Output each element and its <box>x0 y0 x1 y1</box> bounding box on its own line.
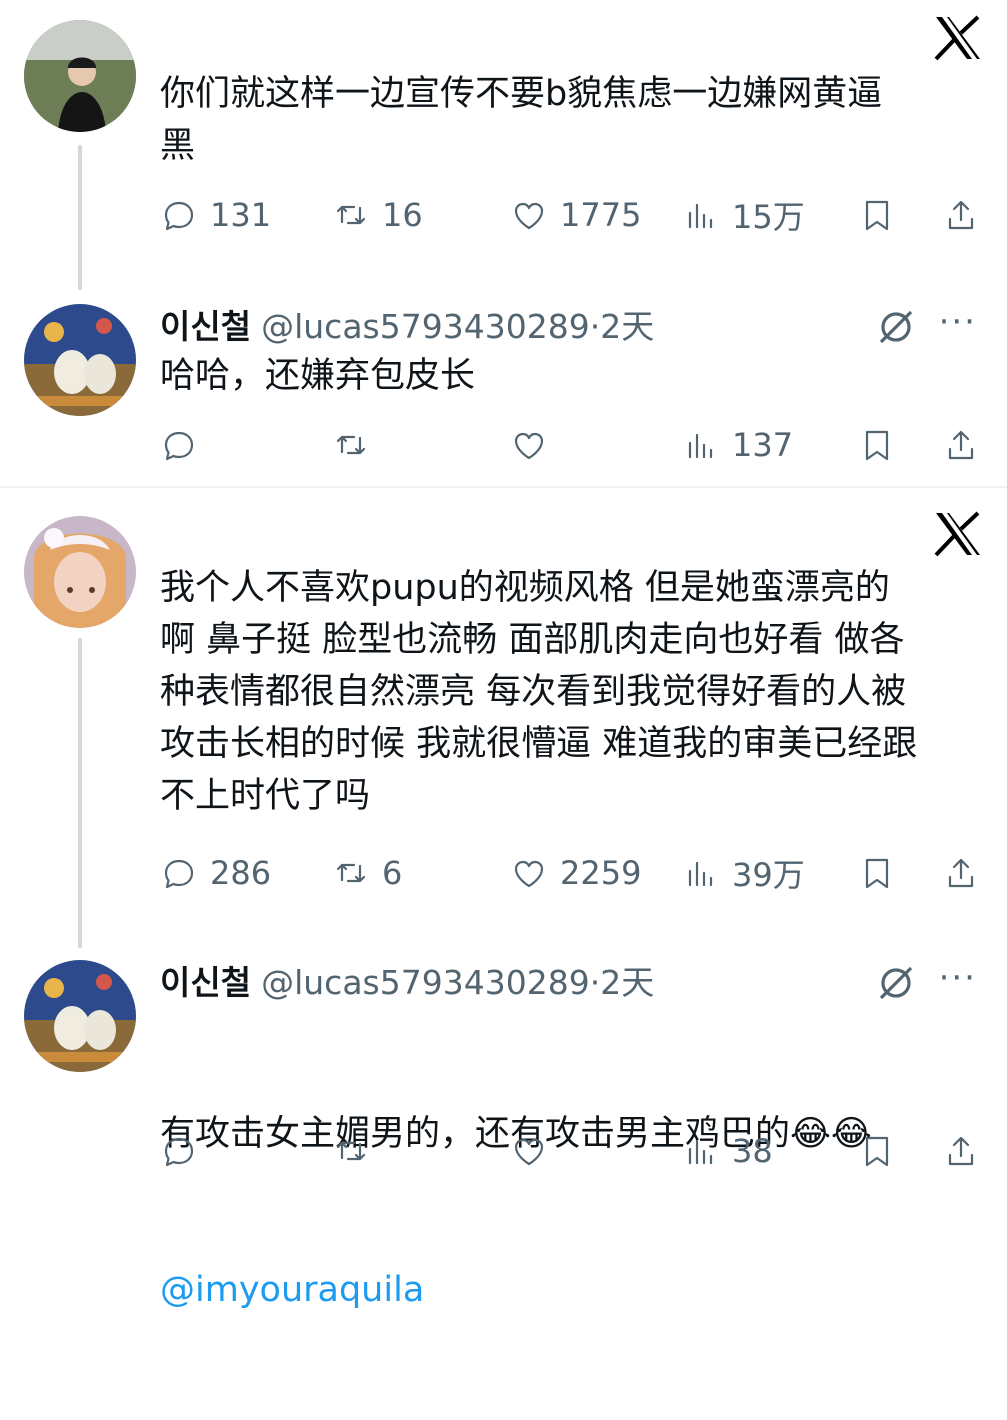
share-icon <box>948 858 974 888</box>
more-dots-icon[interactable]: ··· <box>939 958 977 998</box>
user-handle[interactable]: @lucas5793430289 <box>261 307 590 346</box>
tweet-4[interactable]: 이신철 @lucas5793430289 ·2天 ··· 有攻击女主媚男的，还有… <box>0 956 1007 1310</box>
retweet-button[interactable]: 16 <box>330 190 423 240</box>
tweet-2[interactable]: 이신철 @lucas5793430289 ·2天 ··· 哈哈，还嫌弃包皮长 1… <box>0 298 1007 478</box>
tweet-text: 哈哈，还嫌弃包皮长 <box>160 356 476 396</box>
share-button[interactable] <box>940 848 982 898</box>
bookmark-button[interactable] <box>856 190 898 240</box>
avatar[interactable] <box>24 20 136 132</box>
reply-button[interactable] <box>158 420 200 470</box>
retweet-button[interactable]: 6 <box>330 848 402 898</box>
heart-icon <box>514 202 544 230</box>
share-icon <box>948 1136 974 1166</box>
comment-bubble-icon <box>164 1137 194 1167</box>
avatar[interactable] <box>24 960 136 1072</box>
views-button[interactable]: 15万 <box>680 190 805 240</box>
views-button[interactable]: 39万 <box>680 848 805 898</box>
bookmark-icon <box>865 430 889 461</box>
tweet-text: 你们就这样一边宣传不要b貌焦虑一边嫌网黄逼 黑 <box>160 74 883 166</box>
retweet-icon <box>336 435 366 455</box>
display-name[interactable]: 이신철 <box>160 956 251 1004</box>
like-button[interactable] <box>508 420 550 470</box>
like-button[interactable]: 2259 <box>508 848 641 898</box>
tweet-1[interactable]: 你们就这样一边宣传不要b貌焦虑一边嫌网黄逼 黑 131 16 1775 15万 <box>0 0 1007 290</box>
thread-line <box>78 145 82 290</box>
share-button[interactable] <box>940 1126 982 1176</box>
like-button[interactable]: 1775 <box>508 190 641 240</box>
timestamp[interactable]: ·2天 <box>590 300 655 348</box>
retweet-button[interactable] <box>330 1126 372 1176</box>
mention-link[interactable]: @imyouraquila <box>160 1264 967 1316</box>
retweet-icon <box>336 205 366 225</box>
heart-icon <box>514 1138 544 1166</box>
bookmark-button[interactable] <box>856 848 898 898</box>
bookmark-icon <box>865 200 889 231</box>
share-button[interactable] <box>940 190 982 240</box>
retweet-icon <box>336 1141 366 1161</box>
comment-bubble-icon <box>164 201 194 231</box>
like-button[interactable] <box>508 1126 550 1176</box>
bookmark-icon <box>865 1136 889 1167</box>
user-handle[interactable]: @lucas5793430289 <box>261 963 590 1002</box>
retweet-icon <box>336 863 366 883</box>
comment-bubble-icon <box>164 431 194 461</box>
timestamp[interactable]: ·2天 <box>590 956 655 1004</box>
share-button[interactable] <box>940 420 982 470</box>
more-dots-icon[interactable]: ··· <box>939 302 977 342</box>
bar-chart-icon <box>688 203 713 229</box>
reply-button[interactable] <box>158 1126 200 1176</box>
tweet-text: 我个人不喜欢pupu的视频风格 但是她蛮漂亮的 啊 鼻子挺 脸型也流畅 面部肌肉… <box>160 568 918 816</box>
avatar[interactable] <box>24 304 136 416</box>
thread-line <box>78 638 82 948</box>
share-icon <box>948 430 974 460</box>
display-name[interactable]: 이신철 <box>160 300 251 348</box>
heart-icon <box>514 432 544 460</box>
bar-chart-icon <box>688 433 713 459</box>
tweet-header: 이신철 @lucas5793430289 ·2天 <box>160 956 654 1004</box>
heart-icon <box>514 860 544 888</box>
reply-button[interactable]: 131 <box>158 190 271 240</box>
avatar[interactable] <box>24 516 136 628</box>
bookmark-button[interactable] <box>856 1126 898 1176</box>
bar-chart-icon <box>688 1139 713 1165</box>
x-logo-icon <box>934 511 980 557</box>
divider <box>0 486 1007 488</box>
bar-chart-icon <box>688 861 713 887</box>
reply-button[interactable]: 286 <box>158 848 271 898</box>
comment-bubble-icon <box>164 859 194 889</box>
bookmark-icon <box>865 858 889 889</box>
x-logo-icon <box>934 15 980 61</box>
tweet-header: 이신철 @lucas5793430289 ·2天 <box>160 300 654 348</box>
bookmark-button[interactable] <box>856 420 898 470</box>
views-button[interactable]: 38 <box>680 1126 773 1176</box>
grok-icon[interactable] <box>875 962 917 1004</box>
retweet-button[interactable] <box>330 420 372 470</box>
grok-icon[interactable] <box>875 306 917 348</box>
tweet-text: 有攻击女主媚男的，还有攻击男主鸡巴的😂😂 @imyouraquila <box>160 1004 967 1420</box>
share-icon <box>948 200 974 230</box>
views-button[interactable]: 137 <box>680 420 793 470</box>
tweet-3[interactable]: 我个人不喜欢pupu的视频风格 但是她蛮漂亮的 啊 鼻子挺 脸型也流畅 面部肌肉… <box>0 498 1007 948</box>
